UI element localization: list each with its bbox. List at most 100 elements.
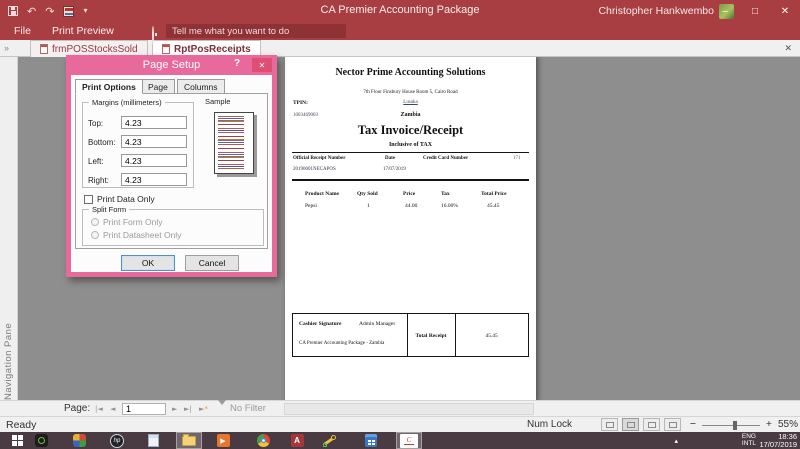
total-receipt-label: Total Receipt [407,333,455,339]
taskbar-app-media-suite[interactable] [28,432,54,449]
calculator-icon [365,434,377,447]
first-page-button[interactable]: |◄ [95,405,103,413]
last-page-button[interactable]: ►| [184,405,192,413]
cell-qty: 1 [367,203,370,209]
margin-left-label: Left: [88,157,104,166]
taskbar-app-chrome[interactable] [250,432,276,449]
page-label: Page: [64,403,90,414]
taskbar-app-access[interactable]: A [284,432,310,449]
language-indicator[interactable]: ENGINTL [742,433,756,447]
tray-chevron-icon[interactable]: ▴ [674,437,678,445]
report-title: Tax Invoice/Receipt [285,123,536,138]
col-total-price: Total Price [481,191,507,197]
col-product-name: Product Name [305,191,339,197]
taskbar-app-nector[interactable]: C [396,432,422,449]
cashier-signature-label: Cashier Signature [299,321,341,327]
tab-page[interactable]: Page [141,79,175,94]
maximize-button[interactable]: □ [740,0,770,22]
help-icon[interactable]: ? [229,58,245,72]
margin-right-label: Right: [88,176,109,185]
col-tax: Tax [441,191,450,197]
taskbar-app-calculator[interactable] [358,432,384,449]
minimize-button[interactable]: – [710,0,740,22]
file-tab[interactable]: File [6,23,39,39]
document-close-icon[interactable]: ✕ [784,43,792,54]
taskbar-app-file-explorer[interactable] [176,432,202,449]
report-subtitle: Inclusive of TAX [285,142,536,148]
sample-preview [214,112,254,174]
date-label: Date [385,156,395,161]
date-value: 17/07/2019 [383,167,406,172]
page-navigation-bar: Page: |◄ ◄ ► ►| ►* No Filter [0,400,800,416]
start-button[interactable] [4,432,30,449]
receipt-number-value: 20190001NECAPOS [293,167,336,172]
print-data-only-checkbox[interactable] [84,195,93,204]
report-icon [162,44,170,54]
divider [292,152,529,153]
design-view-button[interactable] [664,418,681,431]
zoom-out-button[interactable]: − [690,418,696,430]
print-data-only-label: Print Data Only [97,194,155,204]
account-name: Christopher Hankwembo [598,5,714,17]
nav-pane-overflow-icon[interactable]: » [4,43,9,53]
file-explorer-icon [182,436,196,446]
col-qty-sold: Qty Sold [357,191,378,197]
dialog-title: Page Setup [66,55,277,75]
print-preview-area: Navigation Pane Nector Prime Accounting … [0,57,800,400]
report-footer-line: CA Premier Accounting Package - Zambia [299,341,384,346]
margin-left-input[interactable] [121,154,187,167]
report-page[interactable]: Nector Prime Accounting Solutions 7th Fl… [285,53,536,400]
taskbar-app-hp[interactable]: hp [104,432,130,449]
cell-product: Pepsi [305,203,317,209]
print-options-panel: Margins (millimeters) Top: Bottom: Left:… [75,93,268,249]
print-datasheet-only-radio[interactable] [91,231,99,239]
tab-print-preview[interactable]: Print Preview [44,23,122,39]
cell-total: 45.45 [487,203,499,209]
margin-bottom-input[interactable] [121,135,187,148]
layout-view-button[interactable] [643,418,660,431]
zoom-level[interactable]: 55% [778,419,798,430]
dialog-body: Print Options Page Columns Margins (mill… [71,75,272,272]
zoom-slider-thumb[interactable] [733,421,737,430]
tell-me-box[interactable]: Tell me what you want to do [166,24,346,38]
tools-icon [323,434,336,447]
taskbar-app-media-player[interactable]: ▶ [210,432,236,449]
chrome-icon [257,434,270,447]
ok-button[interactable]: OK [121,255,175,271]
print-form-only-radio[interactable] [91,218,99,226]
report-view-button[interactable] [601,418,618,431]
sample-legend: Sample [202,97,233,106]
margin-right-input[interactable] [121,173,187,186]
tab-label: frmPOSStocksSold [52,44,138,55]
print-preview-view-button[interactable] [622,418,639,431]
no-filter-label[interactable]: No Filter [230,403,266,414]
navigation-pane-label: Navigation Pane [3,65,14,400]
zoom-slider[interactable] [702,425,760,426]
cancel-button[interactable]: Cancel [185,255,239,271]
report-city: Lusaka [285,100,536,105]
page-number-input[interactable] [122,403,166,415]
new-record-button[interactable]: ►* [199,405,208,413]
navigation-pane-collapsed[interactable]: Navigation Pane [0,57,18,400]
next-page-button[interactable]: ► [172,405,177,413]
lightbulb-icon [152,27,154,45]
taskbar-app-tools[interactable] [316,432,342,449]
form-icon [40,44,48,54]
tab-print-options[interactable]: Print Options [75,79,143,94]
previous-page-button[interactable]: ◄ [110,405,115,413]
taskbar-app-photos[interactable] [66,432,92,449]
zoom-in-button[interactable]: + [766,418,772,430]
cell-tax: 16.00% [441,203,458,209]
dialog-close-icon[interactable]: ✕ [252,58,272,72]
title-bar: ↶ ↷ ▾ CA Premier Accounting Package Chri… [0,0,800,22]
photos-icon [73,434,86,447]
num-lock-indicator: Num Lock [527,419,572,430]
notepad-icon [148,434,159,447]
close-button[interactable]: ✕ [770,0,800,22]
cashier-name: Admin Manager [359,321,395,327]
tab-columns[interactable]: Columns [177,79,225,94]
margin-top-input[interactable] [121,116,187,129]
taskbar-clock[interactable]: 18:3617/07/2019 [759,433,797,449]
taskbar-app-notepad[interactable] [140,432,166,449]
horizontal-scrollbar[interactable] [284,403,534,415]
